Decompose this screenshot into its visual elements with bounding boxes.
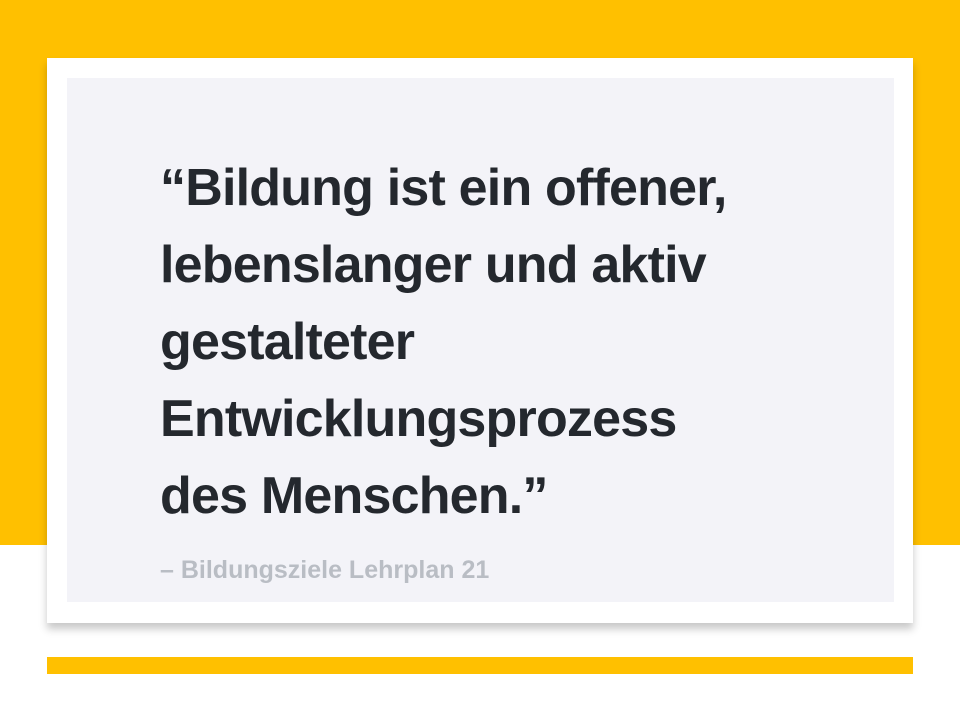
- bottom-accent-bar: [47, 657, 913, 674]
- quote-card-inner: “Bildung ist ein offener, lebenslanger u…: [67, 78, 894, 602]
- slide: “Bildung ist ein offener, lebenslanger u…: [0, 0, 960, 720]
- quote-text: “Bildung ist ein offener, lebenslanger u…: [160, 159, 727, 525]
- quote-attribution: – Bildungsziele Lehrplan 21: [160, 556, 490, 584]
- quote-card: “Bildung ist ein offener, lebenslanger u…: [47, 58, 913, 623]
